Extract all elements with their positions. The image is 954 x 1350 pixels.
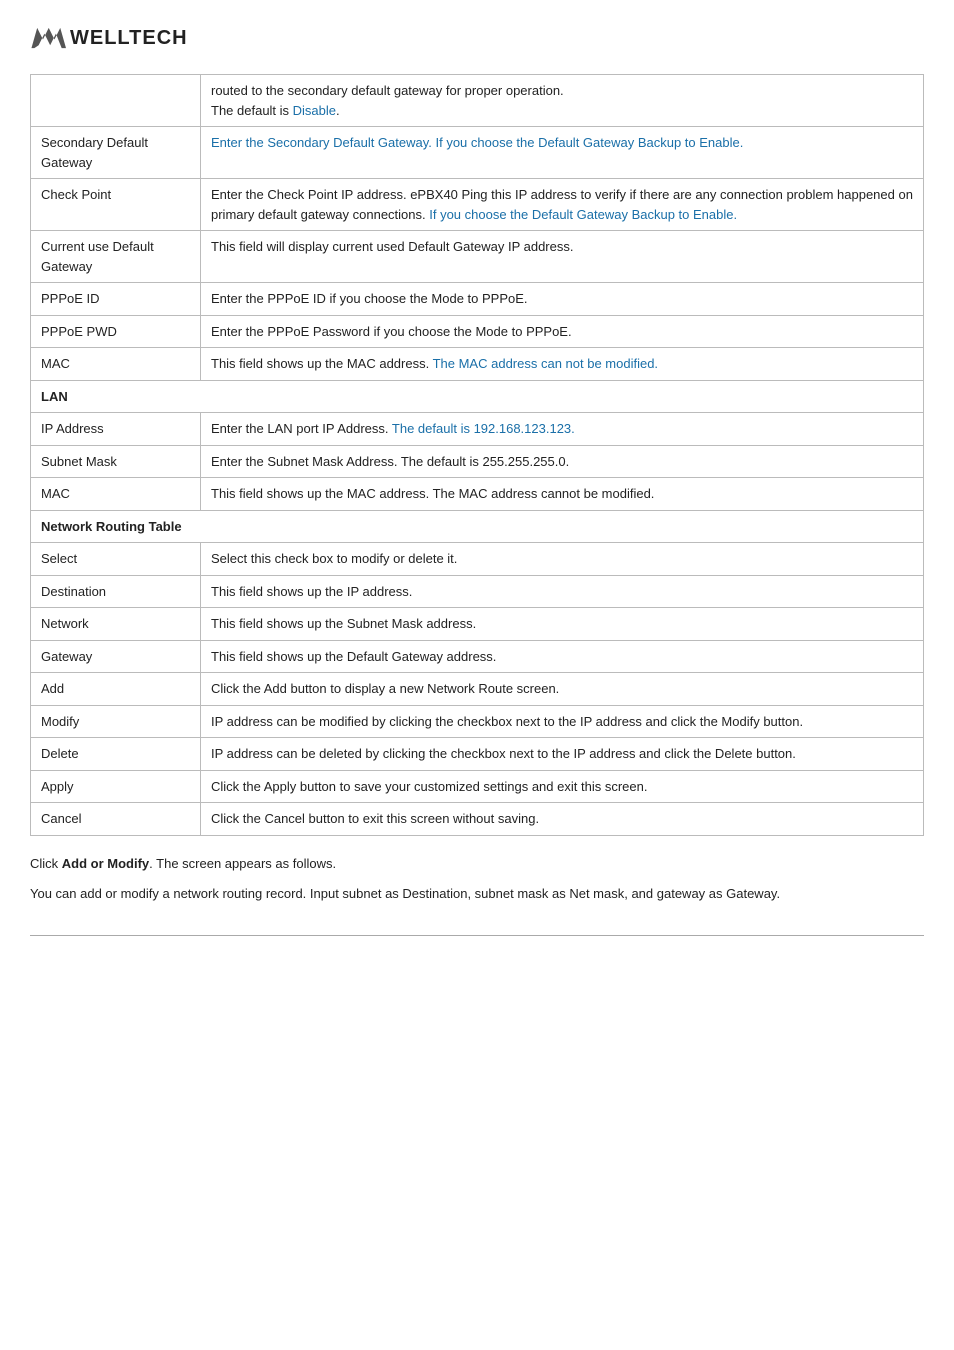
- inline-blue: The default is 192.168.123.123.: [392, 421, 575, 436]
- row-col1: Modify: [31, 705, 201, 738]
- table-row: Check Point Enter the Check Point IP add…: [31, 179, 924, 231]
- row-col2: Enter the Subnet Mask Address. The defau…: [201, 445, 924, 478]
- row-col2: Enter the Check Point IP address. ePBX40…: [201, 179, 924, 231]
- section-header-nrt: Network Routing Table: [31, 510, 924, 543]
- row-col1: Delete: [31, 738, 201, 771]
- row-col2: Enter the Secondary Default Gateway. If …: [201, 127, 924, 179]
- table-row-section-lan: LAN: [31, 380, 924, 413]
- inline-blue: Enter the Secondary Default Gateway. If …: [211, 135, 743, 150]
- row-col1: MAC: [31, 478, 201, 511]
- footer-prefix: Click: [30, 856, 62, 871]
- row-col2: Click the Apply button to save your cust…: [201, 770, 924, 803]
- footer-suffix: . The screen appears as follows.: [149, 856, 336, 871]
- table-row: Add Click the Add button to display a ne…: [31, 673, 924, 706]
- row-col1: Secondary DefaultGateway: [31, 127, 201, 179]
- table-row: Subnet Mask Enter the Subnet Mask Addres…: [31, 445, 924, 478]
- row-col2: IP address can be modified by clicking t…: [201, 705, 924, 738]
- row-col1: Cancel: [31, 803, 201, 836]
- table-row: Cancel Click the Cancel button to exit t…: [31, 803, 924, 836]
- footer-para2: You can add or modify a network routing …: [30, 884, 924, 905]
- row-col2: Select this check box to modify or delet…: [201, 543, 924, 576]
- table-row: routed to the secondary default gateway …: [31, 75, 924, 127]
- logo: WELLTECH: [30, 20, 924, 56]
- inline-blue: If you choose the Default Gateway Backup…: [429, 207, 737, 222]
- section-header-lan: LAN: [31, 380, 924, 413]
- row-col1: Gateway: [31, 640, 201, 673]
- table-row: Select Select this check box to modify o…: [31, 543, 924, 576]
- inline-blue: The MAC address can not be modified.: [433, 356, 658, 371]
- table-row: Secondary DefaultGateway Enter the Secon…: [31, 127, 924, 179]
- table-row: Modify IP address can be modified by cli…: [31, 705, 924, 738]
- footer-para1: Click Add or Modify. The screen appears …: [30, 854, 924, 875]
- page-divider: [30, 935, 924, 936]
- row-col1: Select: [31, 543, 201, 576]
- table-row: Destination This field shows up the IP a…: [31, 575, 924, 608]
- row-col2: Enter the PPPoE Password if you choose t…: [201, 315, 924, 348]
- main-table: routed to the secondary default gateway …: [30, 74, 924, 836]
- row-col2: Click the Add button to display a new Ne…: [201, 673, 924, 706]
- row-col2: This field shows up the IP address.: [201, 575, 924, 608]
- table-row: MAC This field shows up the MAC address.…: [31, 478, 924, 511]
- row-col1: IP Address: [31, 413, 201, 446]
- row-col2: IP address can be deleted by clicking th…: [201, 738, 924, 771]
- table-row: PPPoE PWD Enter the PPPoE Password if yo…: [31, 315, 924, 348]
- row-col1: PPPoE ID: [31, 283, 201, 316]
- row-col2: This field shows up the MAC address. The…: [201, 348, 924, 381]
- row-col1: Add: [31, 673, 201, 706]
- row-col2: This field shows up the MAC address. The…: [201, 478, 924, 511]
- table-row: Delete IP address can be deleted by clic…: [31, 738, 924, 771]
- row-col1: Current use DefaultGateway: [31, 231, 201, 283]
- inline-blue: Disable: [293, 103, 336, 118]
- logo-icon: [30, 20, 66, 56]
- table-row: MAC This field shows up the MAC address.…: [31, 348, 924, 381]
- logo-area: WELLTECH: [30, 20, 924, 56]
- table-row: Network This field shows up the Subnet M…: [31, 608, 924, 641]
- row-col2: routed to the secondary default gateway …: [201, 75, 924, 127]
- row-col1: Check Point: [31, 179, 201, 231]
- row-col2: This field will display current used Def…: [201, 231, 924, 283]
- table-row-section-nrt: Network Routing Table: [31, 510, 924, 543]
- row-col2: This field shows up the Subnet Mask addr…: [201, 608, 924, 641]
- row-col1: Network: [31, 608, 201, 641]
- row-col2: Enter the PPPoE ID if you choose the Mod…: [201, 283, 924, 316]
- row-col2: Click the Cancel button to exit this scr…: [201, 803, 924, 836]
- table-row: PPPoE ID Enter the PPPoE ID if you choos…: [31, 283, 924, 316]
- table-row: IP Address Enter the LAN port IP Address…: [31, 413, 924, 446]
- row-col2: This field shows up the Default Gateway …: [201, 640, 924, 673]
- row-col1: MAC: [31, 348, 201, 381]
- table-row: Apply Click the Apply button to save you…: [31, 770, 924, 803]
- logo-text: WELLTECH: [70, 27, 188, 50]
- row-col1: PPPoE PWD: [31, 315, 201, 348]
- row-col1: Subnet Mask: [31, 445, 201, 478]
- row-col1: Destination: [31, 575, 201, 608]
- table-row: Gateway This field shows up the Default …: [31, 640, 924, 673]
- table-row: Current use DefaultGateway This field wi…: [31, 231, 924, 283]
- row-col2: Enter the LAN port IP Address. The defau…: [201, 413, 924, 446]
- row-col1: [31, 75, 201, 127]
- row-col1: Apply: [31, 770, 201, 803]
- footer-bold: Add or Modify: [62, 856, 149, 871]
